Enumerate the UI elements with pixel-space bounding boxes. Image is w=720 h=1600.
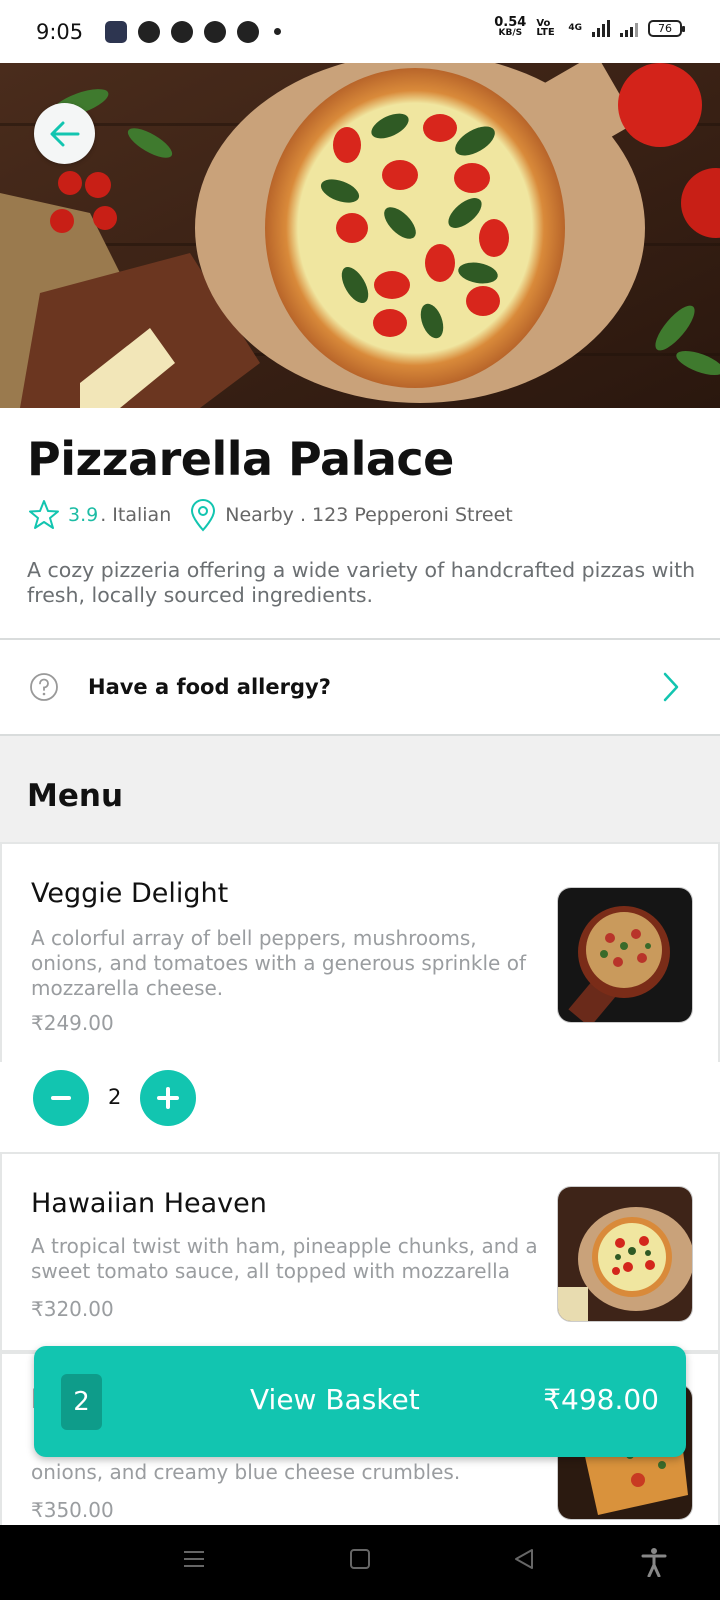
more-notifications-icon xyxy=(274,28,282,35)
restaurant-description: A cozy pizzeria offering a wide variety … xyxy=(27,558,696,607)
minus-icon xyxy=(51,1096,71,1100)
pinwheel-app-icon xyxy=(204,20,227,43)
menu-item-description: onions, and creamy blue cheese crumbles. xyxy=(31,1460,461,1484)
arrow-left-icon xyxy=(50,121,79,146)
star-icon xyxy=(29,500,59,529)
accessibility-icon[interactable] xyxy=(640,1547,668,1577)
network-type-label: 4G xyxy=(568,23,582,33)
view-basket-button[interactable]: 2 View Basket ₹498.00 xyxy=(34,1346,686,1457)
restaurant-hero-image xyxy=(0,63,720,408)
basket-total: ₹498.00 xyxy=(543,1383,659,1416)
chevron-right-icon xyxy=(663,672,679,702)
notification-icons xyxy=(105,20,282,43)
restaurant-meta: 3.9 . Italian Nearby . 123 Pepperoni Str… xyxy=(28,498,513,532)
home-icon[interactable] xyxy=(348,1547,372,1571)
signal-icon-2 xyxy=(620,19,638,37)
menu-item-name: Hawaiian Heaven xyxy=(31,1188,267,1219)
restaurant-name: Pizzarella Palace xyxy=(27,432,454,486)
status-bar: 9:05 0.54 KB/S Vo LTE 4G 76 xyxy=(0,0,720,63)
menu-item-price: ₹350.00 xyxy=(31,1498,114,1522)
question-circle-icon xyxy=(30,673,58,701)
system-navigation-bar xyxy=(0,1525,720,1600)
menu-item-price: ₹249.00 xyxy=(31,1011,114,1035)
battery-icon: 76 xyxy=(648,19,685,37)
quantity-value: 2 xyxy=(108,1085,122,1109)
recents-menu-icon[interactable] xyxy=(182,1547,206,1571)
menu-item-name: Veggie Delight xyxy=(31,878,229,909)
decrease-quantity-button[interactable] xyxy=(33,1070,89,1126)
menu-item-price: ₹320.00 xyxy=(31,1297,114,1321)
back-nav-icon[interactable] xyxy=(512,1547,536,1571)
location-pin-icon xyxy=(191,499,216,532)
location-text: Nearby . 123 Pepperoni Street xyxy=(225,504,513,526)
pinterest-icon xyxy=(171,20,194,43)
net-speed: 0.54 KB/S xyxy=(494,15,527,38)
signal-icon xyxy=(592,19,610,37)
menu-heading: Menu xyxy=(27,778,124,814)
menu-item-image xyxy=(557,887,693,1023)
menu-item-card[interactable]: Hawaiian Heaven A tropical twist with ha… xyxy=(0,1152,720,1352)
food-allergy-row[interactable]: Have a food allergy? xyxy=(0,640,720,734)
back-button[interactable] xyxy=(34,103,95,164)
menu-item-card[interactable]: Veggie Delight A colorful array of bell … xyxy=(0,842,720,1064)
plus-icon xyxy=(157,1087,179,1109)
menu-item-description: A tropical twist with ham, pineapple chu… xyxy=(31,1234,538,1283)
gallery-app-icon xyxy=(105,20,128,43)
status-time: 9:05 xyxy=(36,19,84,44)
cuisine-label: . Italian xyxy=(100,504,172,526)
volte-icon: Vo LTE xyxy=(536,18,555,38)
chat-app-icon xyxy=(138,20,161,43)
food-allergy-label: Have a food allergy? xyxy=(88,675,331,699)
menu-item-description: A colorful array of bell peppers, mushro… xyxy=(31,926,526,1000)
increase-quantity-button[interactable] xyxy=(140,1070,196,1126)
menu-item-image xyxy=(557,1186,693,1322)
basket-item-count: 2 xyxy=(61,1373,102,1430)
arc-app-icon xyxy=(237,20,260,43)
view-basket-label: View Basket xyxy=(250,1383,420,1416)
system-icons: 0.54 KB/S Vo LTE 4G 76 xyxy=(494,15,685,38)
rating-value: 3.9 xyxy=(68,504,99,526)
